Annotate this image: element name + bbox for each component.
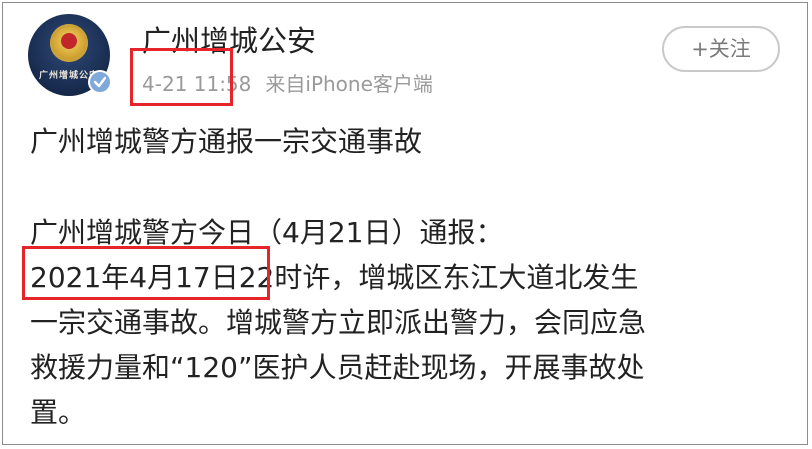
- follow-button[interactable]: +关注: [662, 26, 780, 72]
- post-body-line: 广州增城警方今日（4月21日）通报：: [30, 216, 504, 249]
- post-body-line: 一宗交通事故。增城警方立即派出警力，会同应急: [30, 306, 647, 339]
- post-source: 来自iPhone客户端: [265, 72, 433, 96]
- post-headline: 广州增城警方通报一宗交通事故: [30, 125, 423, 158]
- verified-badge-icon: [88, 70, 112, 94]
- post-body-line: 救援力量和“120”医护人员赶赴现场，开展事故处: [30, 351, 645, 384]
- police-emblem-icon: [50, 24, 88, 62]
- date-highlight-box: [22, 246, 270, 300]
- timestamp-highlight-box: [130, 48, 233, 106]
- post-body-line: 置。: [30, 396, 87, 429]
